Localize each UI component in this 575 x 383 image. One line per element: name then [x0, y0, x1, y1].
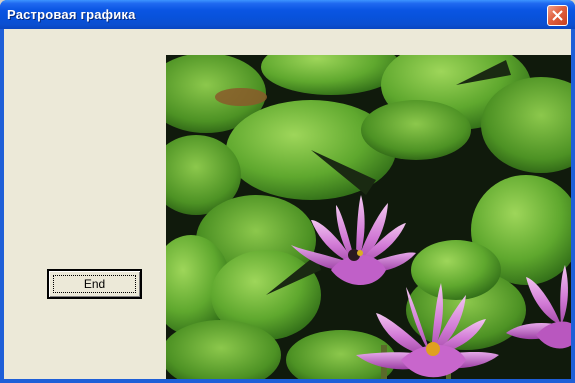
title-bar[interactable]: Растровая графика	[0, 0, 575, 29]
close-icon	[552, 10, 563, 21]
close-button[interactable]	[547, 5, 568, 26]
end-button[interactable]: End	[47, 269, 142, 299]
water-lily-photo-image	[166, 55, 571, 379]
window-title: Растровая графика	[7, 7, 136, 22]
picture-box	[166, 55, 571, 379]
form-client-area: End	[4, 29, 571, 379]
end-button-label: End	[83, 277, 106, 291]
app-window: Растровая графика End	[0, 0, 575, 383]
